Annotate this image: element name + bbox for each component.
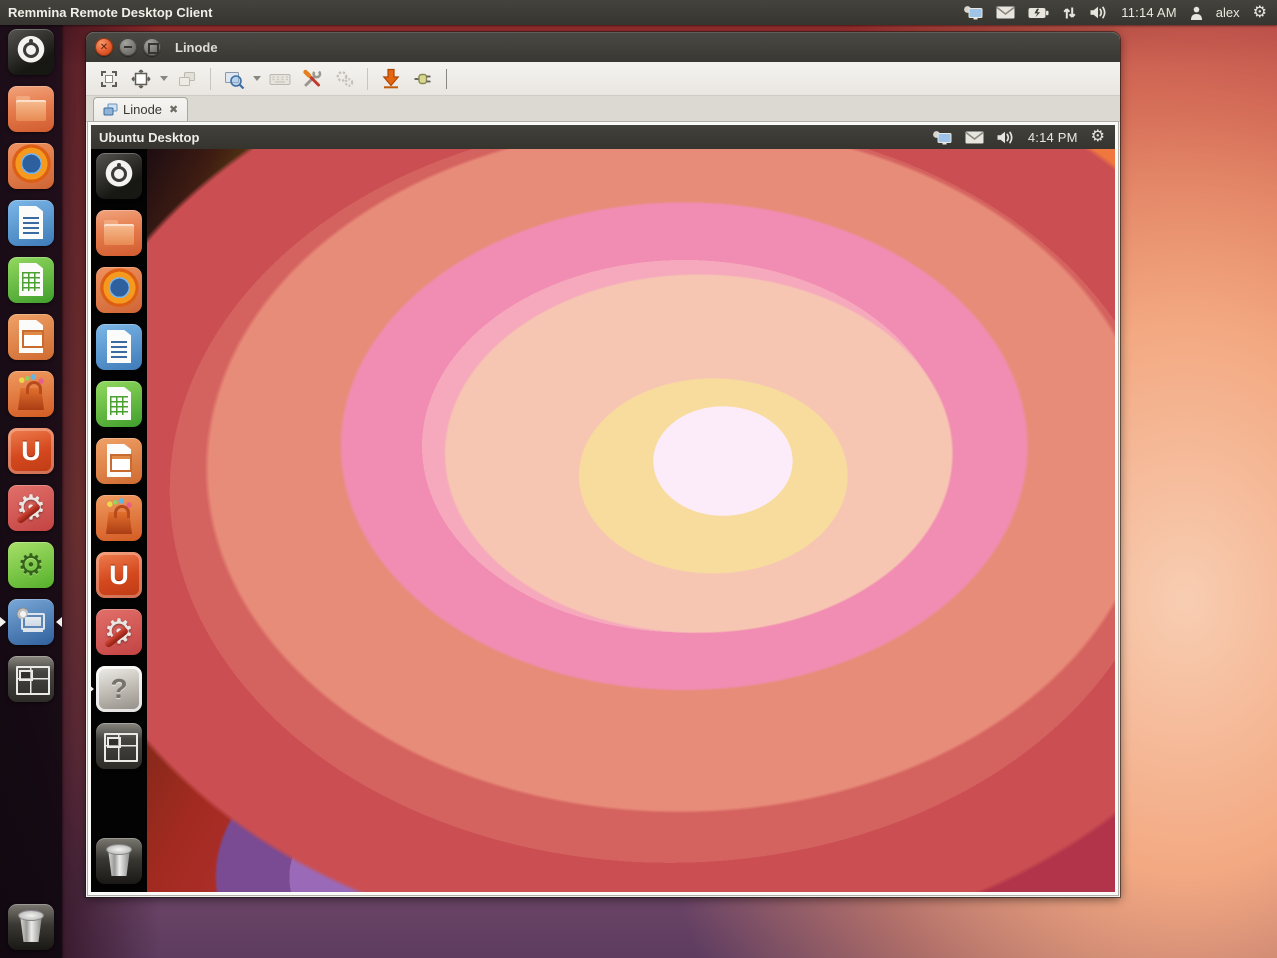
toolbar-caret-line <box>446 69 447 89</box>
remote-unity-launcher: U ⚙? <box>91 149 147 892</box>
firefox-icon[interactable] <box>8 143 54 189</box>
ubuntu-software-glyph: ⚙ <box>8 542 54 588</box>
dash-home-icon[interactable] <box>96 153 142 199</box>
remote-desktop-viewport[interactable]: Ubuntu Desktop 4:14 PM ⚙ U ⚙? <box>88 122 1118 895</box>
window-minimize-button[interactable] <box>119 38 137 56</box>
username-label[interactable]: alex <box>1216 5 1240 20</box>
close-x-glyph: ✕ <box>95 38 113 56</box>
keyboard-grab-button[interactable] <box>267 66 293 92</box>
tab-windows-icon <box>103 103 118 116</box>
remote-session-icon[interactable] <box>932 130 952 145</box>
focused-indicator-arrow <box>56 617 62 627</box>
remote-clock[interactable]: 4:14 PM <box>1028 130 1078 145</box>
trash-icon[interactable] <box>8 904 54 950</box>
tools-button[interactable] <box>299 66 325 92</box>
libreoffice-calc-icon[interactable] <box>96 381 142 427</box>
fit-window-dropdown-caret[interactable] <box>160 76 168 85</box>
ubuntu-software-icon[interactable]: ⚙ <box>8 542 54 588</box>
volume-icon[interactable] <box>997 131 1015 144</box>
running-indicator-arrow <box>88 684 94 694</box>
ubuntu-one-glyph: U <box>8 428 54 474</box>
libreoffice-impress-icon[interactable] <box>96 438 142 484</box>
ubuntu-one-glyph: U <box>96 552 142 598</box>
remote-session-icon[interactable] <box>963 5 983 20</box>
remmina-toolbar <box>86 62 1120 96</box>
workspace-switcher-icon[interactable] <box>8 656 54 702</box>
user-icon[interactable] <box>1190 6 1203 20</box>
remote-wallpaper <box>147 149 1115 892</box>
desktop-background: Remmina Remote Desktop Client 11:14 AM a… <box>0 0 1277 958</box>
running-indicator-arrow <box>0 617 6 627</box>
libreoffice-writer-icon[interactable] <box>8 200 54 246</box>
window-title: Linode <box>175 40 218 55</box>
remmina-window: ✕ Linode <box>86 32 1120 897</box>
fit-window-button[interactable] <box>128 66 154 92</box>
take-screenshot-button[interactable] <box>378 66 404 92</box>
volume-icon[interactable] <box>1090 6 1108 19</box>
libreoffice-calc-icon[interactable] <box>8 257 54 303</box>
scaled-mode-button[interactable] <box>221 66 247 92</box>
workspace-switcher-icon[interactable] <box>96 723 142 769</box>
home-folder-icon[interactable] <box>96 210 142 256</box>
system-settings-glyph: ⚙ <box>8 485 54 531</box>
ubuntu-one-icon[interactable]: U <box>96 552 142 598</box>
ubuntu-one-icon[interactable]: U <box>8 428 54 474</box>
sync-arrows-icon[interactable] <box>1062 6 1077 20</box>
unknown-app-icon[interactable]: ? <box>96 666 142 712</box>
ubuntu-software-center-icon[interactable] <box>96 495 142 541</box>
connection-tabbar: Linode ✖ <box>86 96 1120 122</box>
switch-pages-button[interactable] <box>174 66 200 92</box>
tab-close-icon[interactable]: ✖ <box>169 103 178 116</box>
mail-icon[interactable] <box>965 131 984 144</box>
host-indicator-tray: 11:14 AM alex ⚙ <box>963 5 1267 21</box>
libreoffice-writer-icon[interactable] <box>96 324 142 370</box>
active-app-title: Remmina Remote Desktop Client <box>8 5 212 20</box>
system-settings-icon[interactable]: ⚙ <box>96 609 142 655</box>
host-clock[interactable]: 11:14 AM <box>1121 5 1177 20</box>
system-settings-glyph: ⚙ <box>96 609 142 655</box>
remmina-icon[interactable] <box>8 599 54 645</box>
dash-home-icon[interactable] <box>8 29 54 75</box>
remote-indicator-tray: 4:14 PM ⚙ <box>932 129 1105 145</box>
tab-linode[interactable]: Linode ✖ <box>93 97 188 121</box>
system-settings-icon[interactable]: ⚙ <box>8 485 54 531</box>
window-maximize-button[interactable] <box>143 38 161 56</box>
window-titlebar[interactable]: ✕ Linode <box>86 32 1120 62</box>
remote-top-panel: Ubuntu Desktop 4:14 PM ⚙ <box>91 125 1115 149</box>
tab-label: Linode <box>123 102 162 117</box>
unknown-app-glyph: ? <box>96 666 142 712</box>
remote-active-app-title: Ubuntu Desktop <box>99 130 199 145</box>
toolbar-separator <box>210 68 211 90</box>
ubuntu-software-center-icon[interactable] <box>8 371 54 417</box>
window-close-button[interactable]: ✕ <box>95 38 113 56</box>
unity-launcher: U ⚙ ⚙ <box>0 25 62 958</box>
trash-icon[interactable] <box>96 838 142 884</box>
session-menu-gear-icon[interactable]: ⚙ <box>1091 129 1105 145</box>
libreoffice-impress-icon[interactable] <box>8 314 54 360</box>
disconnect-plug-button[interactable] <box>410 66 436 92</box>
firefox-icon[interactable] <box>96 267 142 313</box>
battery-icon[interactable] <box>1028 7 1049 19</box>
toolbar-separator <box>367 68 368 90</box>
mail-icon[interactable] <box>996 6 1015 19</box>
preferences-gears-button[interactable] <box>331 66 357 92</box>
scaled-mode-dropdown-caret[interactable] <box>253 76 261 85</box>
host-top-panel: Remmina Remote Desktop Client 11:14 AM a… <box>0 0 1277 25</box>
home-folder-icon[interactable] <box>8 86 54 132</box>
fullscreen-button[interactable] <box>96 66 122 92</box>
session-menu-gear-icon[interactable]: ⚙ <box>1253 5 1267 21</box>
